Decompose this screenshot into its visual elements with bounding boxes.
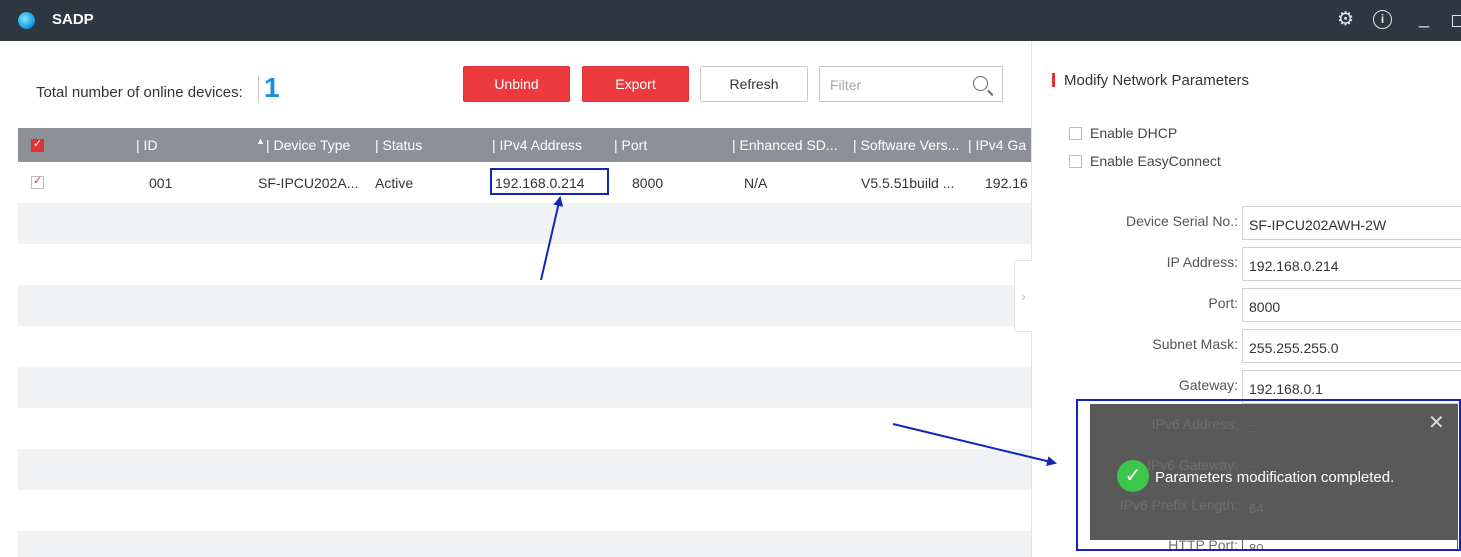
arrow-to-ipv4 <box>540 196 564 281</box>
arrow-to-toast <box>892 423 1057 466</box>
annotation-arrows <box>540 196 1057 466</box>
